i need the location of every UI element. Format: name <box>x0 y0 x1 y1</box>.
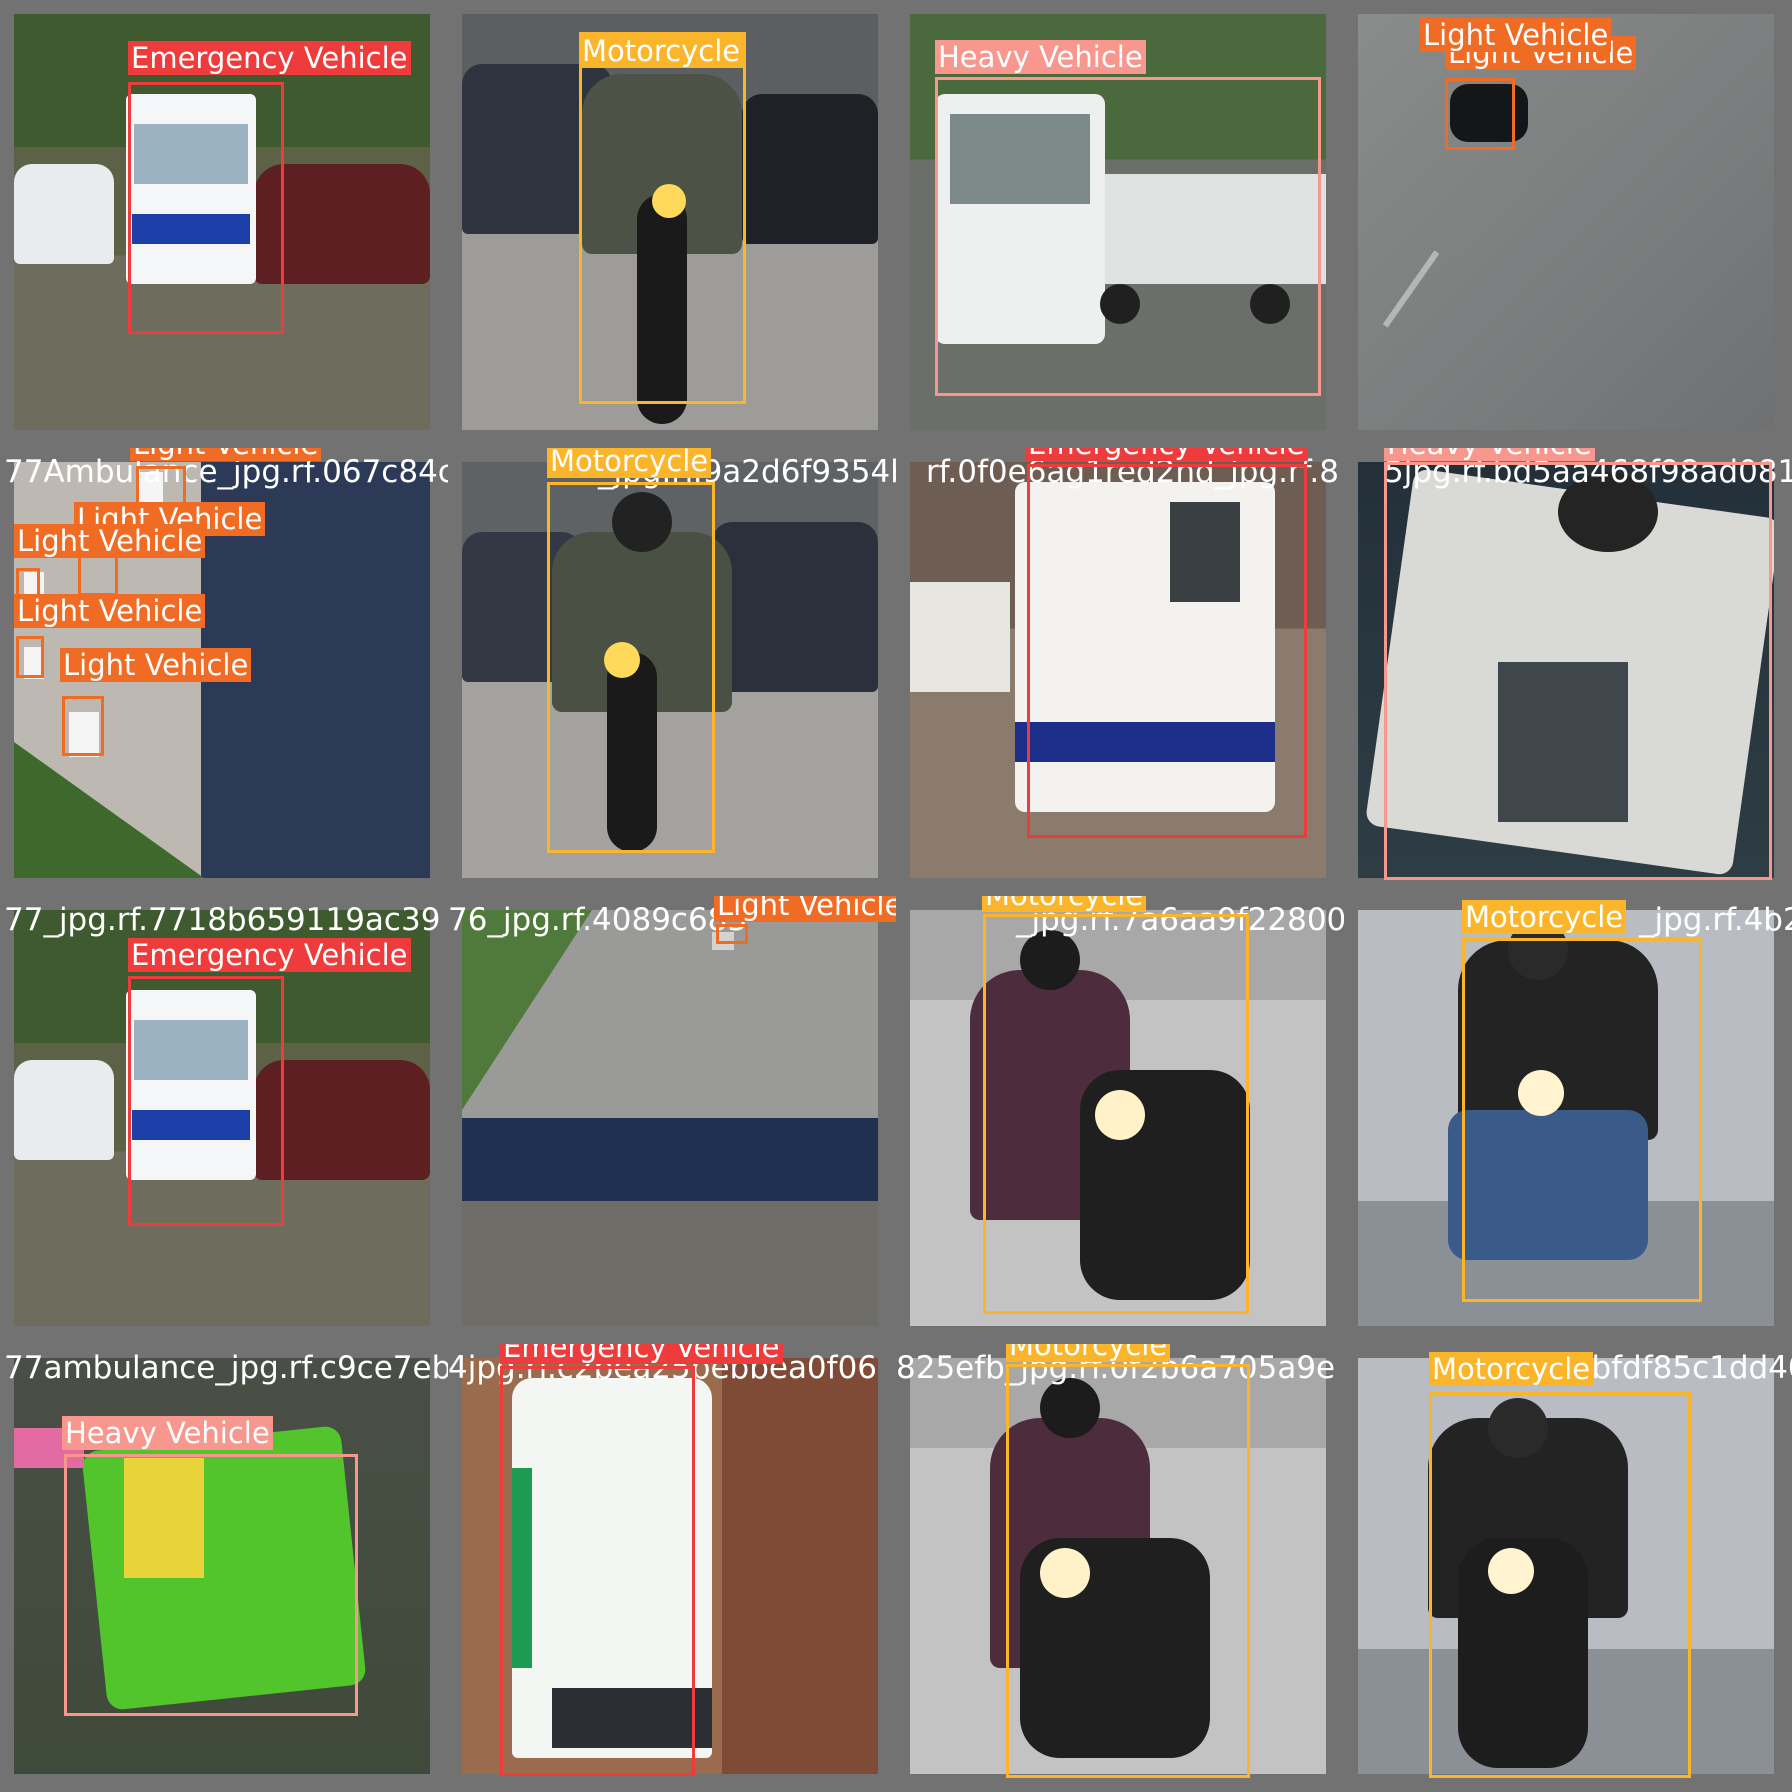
detection-label: Motorcycle <box>982 896 1147 912</box>
detection-label: Heavy Vehicle <box>62 1416 273 1450</box>
detection-box <box>1027 464 1307 838</box>
detection-label: Motorcycle <box>1462 900 1627 934</box>
detection-box <box>128 82 284 334</box>
photo-highway <box>462 910 878 1326</box>
detection-box <box>500 1366 695 1776</box>
tile-16: 38bfdf85c1dd40 Motorcycle <box>1344 1344 1792 1792</box>
detection-label: Light Vehicle <box>714 896 896 922</box>
tile-15: 825efb_jpg.rf.0f2b6a705a9e Motorcycle <box>896 1344 1344 1792</box>
tile-7: rf.0f0e6ag1red2nd_jpg.rf.8 Emergency Veh… <box>896 448 1344 896</box>
tile-3: Heavy Vehicle <box>896 0 1344 448</box>
detection-box <box>1384 462 1772 880</box>
tile-1: Emergency Vehicle <box>0 0 448 448</box>
detection-label: Light Vehicle <box>1420 18 1612 52</box>
tile-2: Motorcycle <box>448 0 896 448</box>
detection-box <box>1445 78 1515 150</box>
tile-14: 4jpg.rf.c2bea25bebbea0f06 Emergency Vehi… <box>448 1344 896 1792</box>
detection-label: Emergency Vehicle <box>1025 448 1308 461</box>
detection-box <box>1462 938 1702 1302</box>
tile-11: _jpg.rf.7a6aa9f228005 Motorcycle <box>896 896 1344 1344</box>
detection-label: Light Vehicle <box>130 448 322 461</box>
detection-box <box>935 77 1321 396</box>
detection-label: Light Vehicle <box>14 594 206 628</box>
tile-5: 77Ambulance_jpg.rf.067c84ce26d Light Veh… <box>0 448 448 896</box>
detection-label: Motorcycle <box>1006 1344 1171 1362</box>
detection-label: Motorcycle <box>1429 1352 1594 1386</box>
detection-mosaic: Emergency Vehicle Motorcycle Heavy Vehic… <box>0 0 1792 1792</box>
tile-10: 76_jpg.rf.4089c683 Light Vehicle <box>448 896 896 1344</box>
detection-label: Emergency Vehicle <box>128 938 411 972</box>
tile-9: 77_jpg.rf.7718b659119ac39 Emergency Vehi… <box>0 896 448 1344</box>
detection-box <box>579 32 746 404</box>
detection-label: Motorcycle <box>547 448 712 478</box>
image-filename: 77ambulance_jpg.rf.c9ce7eb <box>4 1350 448 1386</box>
image-filename: _jpg.rf.4b2 <box>1639 902 1792 938</box>
detection-box <box>64 1454 358 1716</box>
detection-box <box>547 482 715 853</box>
detection-label: Light Vehicle <box>14 524 206 558</box>
detection-label: Heavy Vehicle <box>935 40 1146 74</box>
image-filename: 77_jpg.rf.7718b659119ac39 <box>4 902 441 938</box>
tile-6: _jpg.rf.9a2d6f9354b809 Motorcycle <box>448 448 896 896</box>
detection-box <box>716 924 748 944</box>
detection-box <box>1006 1364 1250 1778</box>
tile-4: Light Vehicle Light Vehicle <box>1344 0 1792 448</box>
detection-box <box>16 636 44 678</box>
tile-13: 77ambulance_jpg.rf.c9ce7eb Heavy Vehicle <box>0 1344 448 1792</box>
tile-8: 5jpg.rf.bd5aa468f98ad081 Heavy Vehicle <box>1344 448 1792 896</box>
detection-box <box>128 976 284 1226</box>
detection-label: Emergency Vehicle <box>128 41 411 75</box>
detection-box <box>983 914 1249 1314</box>
detection-label: Light Vehicle <box>60 648 252 682</box>
image-filename: 76_jpg.rf.4089c683 <box>448 902 748 938</box>
tile-12: _jpg.rf.4b2 Motorcycle <box>1344 896 1792 1344</box>
photo-road-car <box>1358 14 1774 430</box>
detection-label: Motorcycle <box>579 34 744 68</box>
detection-box <box>1429 1392 1691 1778</box>
detection-label: Heavy Vehicle <box>1384 448 1595 461</box>
detection-label: Emergency Vehicle <box>500 1344 783 1364</box>
detection-box <box>62 696 104 756</box>
